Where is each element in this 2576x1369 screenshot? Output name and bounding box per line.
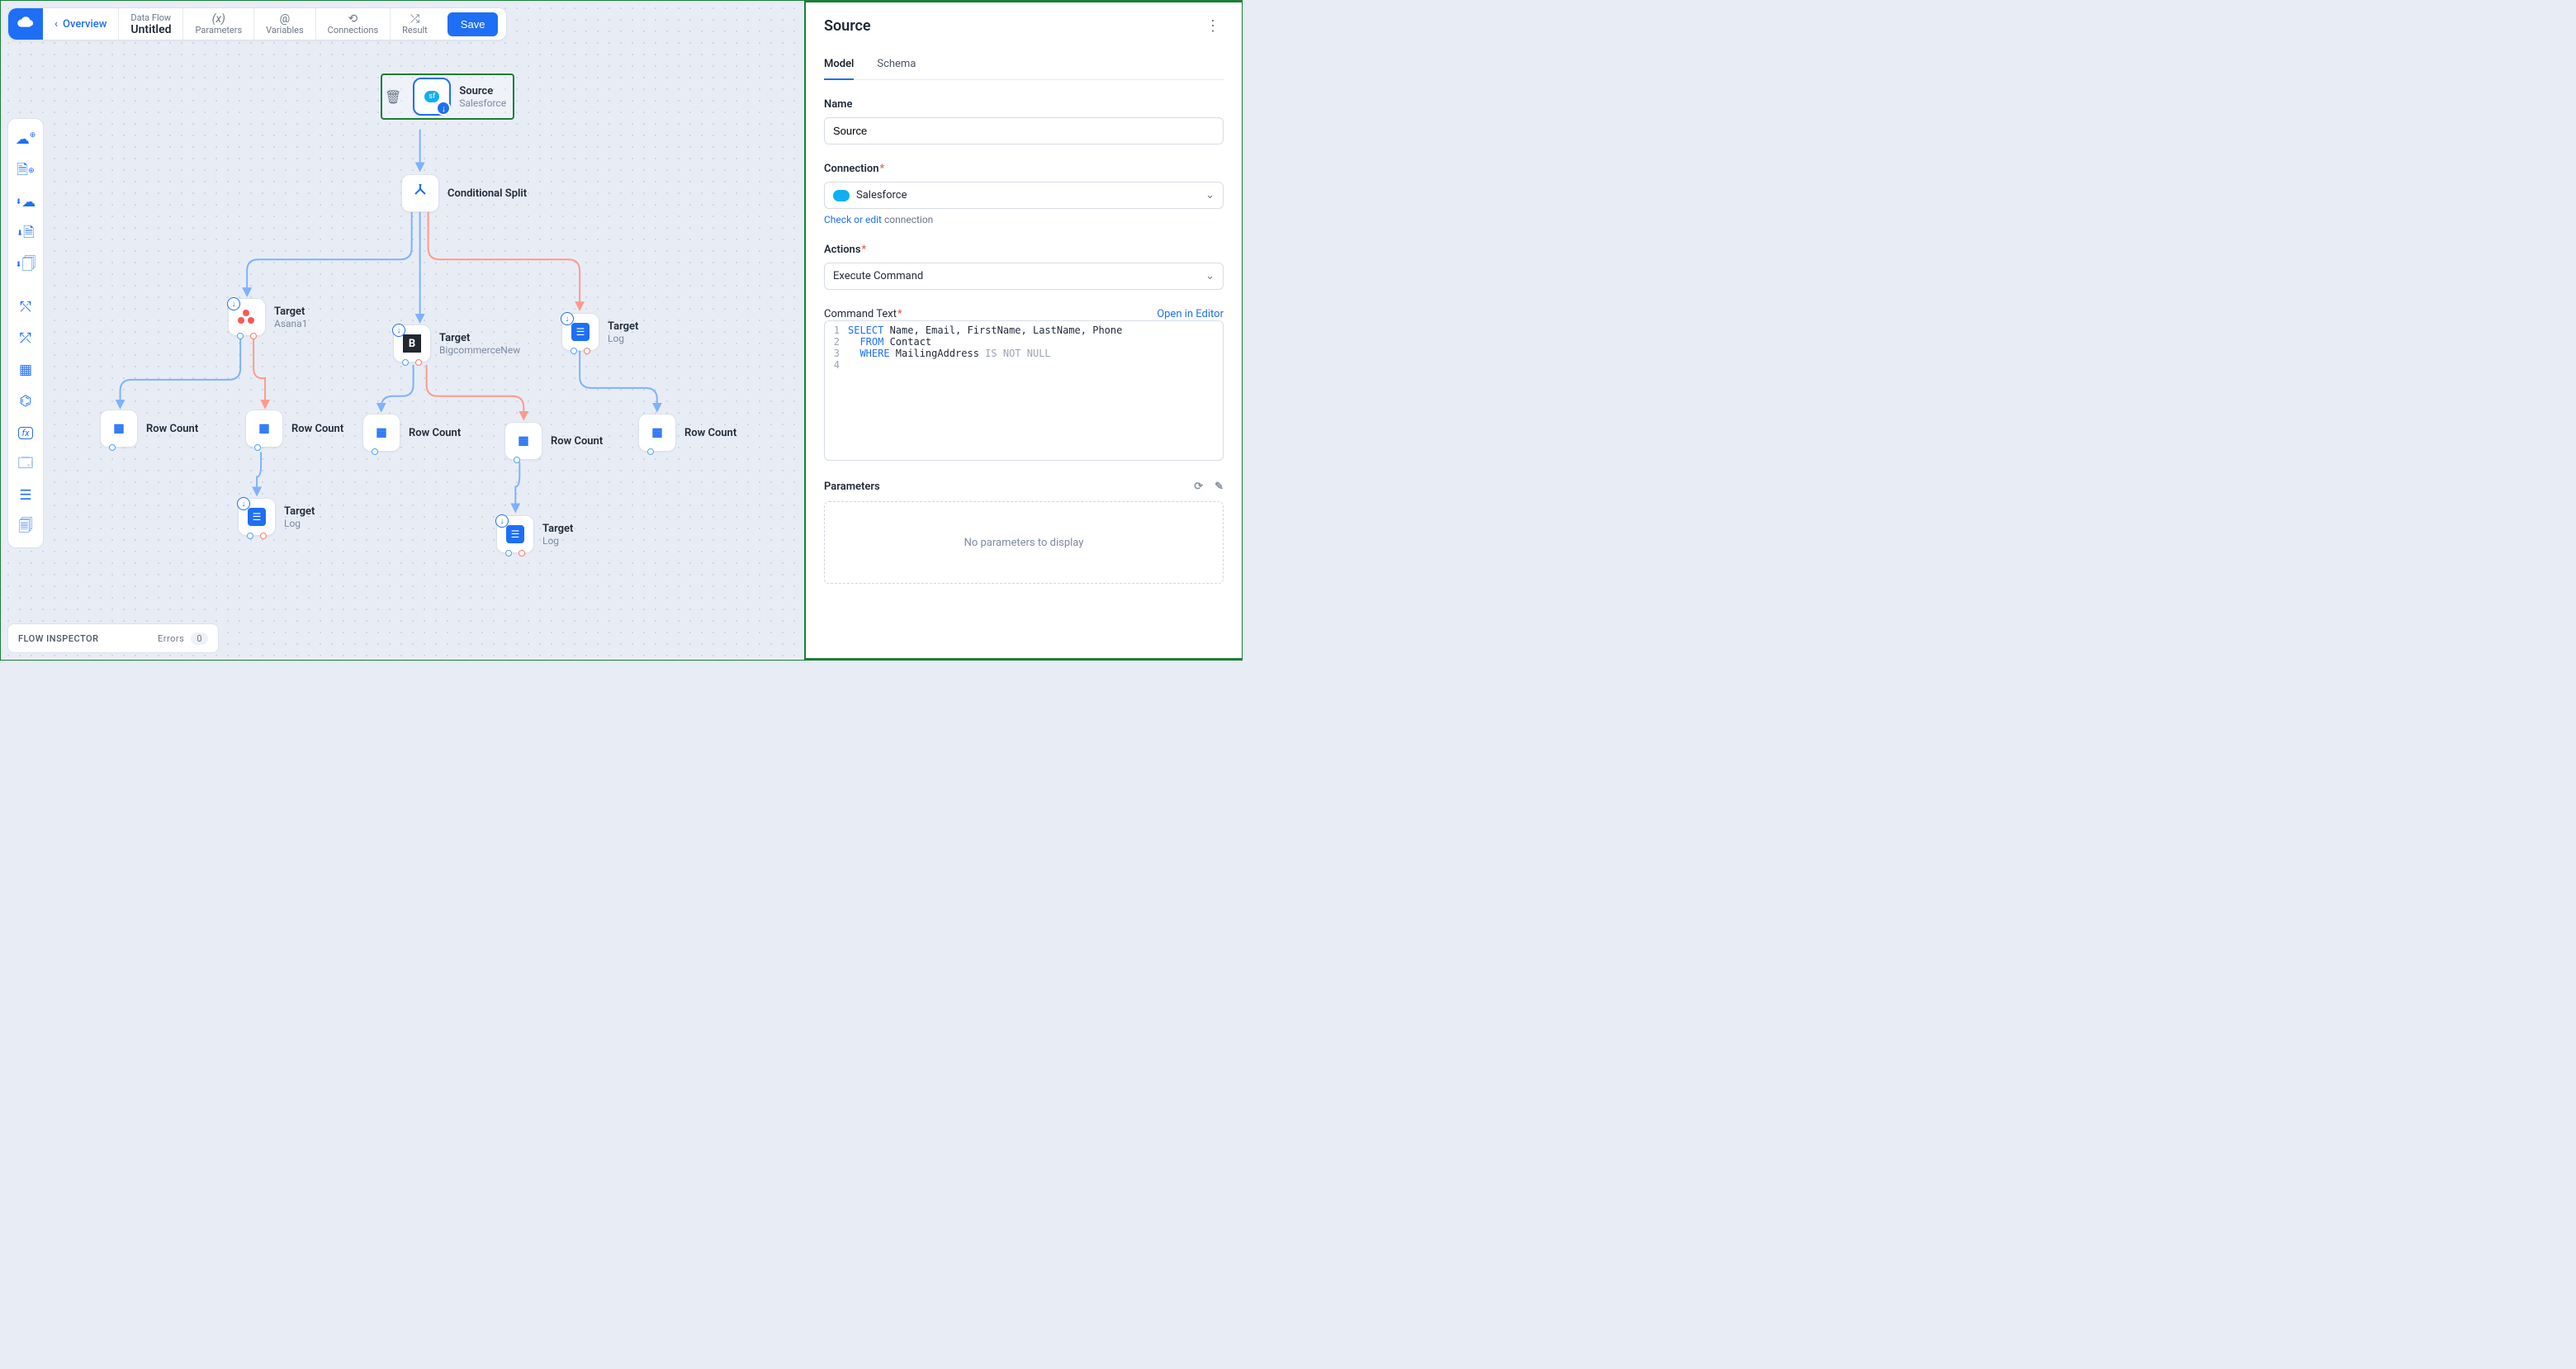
connection-label: Connection	[824, 163, 1224, 175]
conditional-split-icon	[410, 182, 430, 205]
refresh-parameters-icon[interactable]: ⟳	[1194, 481, 1203, 493]
node-bigc-subtitle: BigcommerceNew	[439, 344, 520, 356]
open-in-editor-link[interactable]: Open in Editor	[1157, 308, 1224, 320]
download-indicator-icon: ↓	[495, 514, 509, 528]
download-indicator-icon: ↓	[227, 297, 240, 310]
panel-menu-icon[interactable]: ⋮	[1202, 17, 1224, 35]
flow-inspector-label: FLOW INSPECTOR	[18, 633, 99, 644]
node-log1-title: Target	[608, 320, 638, 333]
actions-label: Actions	[824, 244, 1224, 256]
node-rowcount-2[interactable]: ▦ Row Count	[245, 410, 343, 448]
rowcount-icon: ▦	[518, 434, 528, 448]
chevron-down-icon: ⌄	[1205, 189, 1215, 201]
edit-parameters-icon[interactable]: ✎	[1215, 481, 1224, 493]
node-source-box[interactable]: sf ↓	[413, 78, 451, 116]
node-split-box[interactable]	[401, 174, 439, 212]
node-asana-box[interactable]: ↓	[228, 298, 266, 336]
node-asana-subtitle: Asana1	[274, 318, 307, 329]
delete-node-icon[interactable]: 🗑	[385, 89, 401, 105]
node-target-log-3[interactable]: ☰ ↓ Target Log	[496, 515, 573, 553]
download-indicator-icon: ↓	[237, 497, 250, 510]
download-indicator-icon: ↓	[392, 324, 405, 337]
node-rowcount-5[interactable]: ▦ Row Count	[638, 414, 736, 452]
name-input[interactable]	[824, 117, 1224, 144]
tab-schema[interactable]: Schema	[877, 50, 916, 79]
log-icon: ☰	[248, 508, 266, 526]
node-source[interactable]: 🗑 sf ↓ Source Salesforce	[381, 73, 514, 120]
rowcount-icon: ▦	[258, 422, 269, 435]
actions-select[interactable]: Execute Command ⌄	[824, 263, 1224, 290]
node-target-log-2[interactable]: ☰ ↓ Target Log	[238, 498, 315, 536]
node-asana-title: Target	[274, 306, 307, 318]
node-source-title: Source	[459, 85, 506, 97]
download-badge-icon: ↓	[436, 101, 451, 116]
salesforce-icon: sf	[424, 91, 439, 102]
parameters-section-label: Parameters	[824, 481, 880, 493]
panel-tabs: Model Schema	[824, 50, 1224, 80]
connection-select[interactable]: Salesforce ⌄	[824, 182, 1224, 209]
node-split-title: Conditional Split	[447, 187, 527, 200]
flow-inspector[interactable]: FLOW INSPECTOR Errors 0	[7, 623, 219, 653]
node-target-bigcommerce[interactable]: B ↓ Target BigcommerceNew	[393, 324, 520, 362]
command-text-label: Command Text	[824, 308, 902, 320]
node-bigc-title: Target	[439, 332, 520, 344]
node-target-asana[interactable]: ↓ Target Asana1	[228, 298, 307, 336]
node-target-log-1[interactable]: ☰ ↓ Target Log	[561, 313, 638, 351]
node-source-subtitle: Salesforce	[459, 97, 506, 109]
node-rowcount-4[interactable]: ▦ Row Count	[504, 422, 603, 460]
command-text-editor[interactable]: 1SELECT Name, Email, FirstName, LastName…	[824, 320, 1224, 461]
node-log1-box[interactable]: ☰ ↓	[561, 313, 599, 351]
panel-title: Source	[824, 17, 871, 35]
node-conditional-split[interactable]: Conditional Split	[401, 174, 527, 212]
rowcount-icon: ▦	[651, 426, 662, 439]
node-log1-subtitle: Log	[608, 333, 638, 344]
node-bigc-box[interactable]: B ↓	[393, 324, 431, 362]
rowcount-icon: ▦	[113, 422, 124, 435]
tab-model[interactable]: Model	[824, 50, 854, 80]
check-connection-link[interactable]: Check or edit	[824, 214, 882, 225]
node-rowcount-1[interactable]: ▦ Row Count	[100, 410, 198, 448]
log-icon: ☰	[506, 525, 524, 543]
salesforce-icon	[833, 190, 850, 201]
rowcount-icon: ▦	[376, 426, 386, 439]
errors-count: 0	[191, 632, 208, 645]
parameters-empty: No parameters to display	[824, 501, 1224, 584]
side-panel: Source ⋮ Model Schema Name Connection Sa…	[804, 1, 1242, 660]
log-icon: ☰	[571, 323, 590, 341]
errors-label: Errors	[158, 633, 184, 644]
bigcommerce-icon: B	[403, 334, 421, 353]
node-rowcount-3[interactable]: ▦ Row Count	[362, 414, 461, 452]
download-indicator-icon: ↓	[561, 312, 574, 325]
name-label: Name	[824, 98, 1224, 111]
chevron-down-icon: ⌄	[1205, 270, 1215, 282]
asana-icon	[238, 310, 256, 324]
